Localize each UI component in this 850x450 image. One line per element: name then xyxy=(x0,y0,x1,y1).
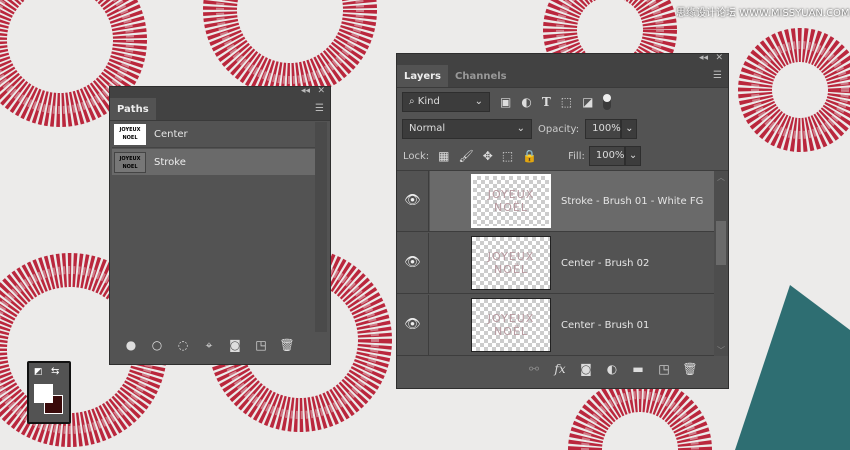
path-name: Center xyxy=(154,129,188,140)
visibility-eye-icon[interactable]: 👁 xyxy=(397,295,429,355)
lock-image-icon[interactable]: 🖌 xyxy=(459,149,474,163)
filter-toggle[interactable] xyxy=(603,94,612,110)
path-item-center[interactable]: JOYEUX NOEL Center xyxy=(112,122,315,148)
layers-toolbar: ⚯ fx ◙ ◐ ▬ ◳ 🗑 xyxy=(521,361,703,377)
swap-colors-icon[interactable]: ⇆ xyxy=(51,366,59,377)
smart-object-filter-icon[interactable]: ◪ xyxy=(582,95,593,109)
close-icon[interactable]: ✕ xyxy=(317,86,325,97)
layer-name: Center - Brush 02 xyxy=(561,257,650,269)
chevron-down-icon: ⌄ xyxy=(474,96,483,107)
opacity-input[interactable]: 100% xyxy=(585,119,622,139)
fill-label: Fill: xyxy=(568,150,585,162)
layers-panel: ◂◂ ✕ Layers Channels ☰ ⌕ Kind ⌄ ▣ ◐ T ⬚ ◪ … xyxy=(396,53,729,389)
path-name: Stroke xyxy=(154,156,186,168)
tab-paths[interactable]: Paths xyxy=(110,98,156,120)
delete-icon[interactable]: 🗑 xyxy=(274,338,300,352)
layer-row[interactable]: 👁 JOYEUX NOËL Stroke - Brush 01 - White F… xyxy=(397,171,715,232)
scrollbar[interactable]: ︿ ﹀ xyxy=(714,171,728,356)
path-item-stroke[interactable]: JOYEUX NOEL Stroke xyxy=(112,149,315,175)
fill-path-icon[interactable]: ● xyxy=(118,338,144,352)
lock-transparent-icon[interactable]: ▦ xyxy=(438,149,449,163)
link-layers-icon[interactable]: ⚯ xyxy=(521,362,547,376)
scrollbar-thumb[interactable] xyxy=(716,221,726,265)
visibility-eye-icon[interactable]: 👁 xyxy=(397,233,429,293)
opacity-label: Opacity: xyxy=(538,123,580,135)
stroke-path-icon[interactable]: ○ xyxy=(144,338,170,352)
delete-icon[interactable]: 🗑 xyxy=(677,362,703,376)
scroll-down-icon[interactable]: ﹀ xyxy=(717,346,725,355)
path-thumbnail: JOYEUX NOEL xyxy=(114,124,146,145)
fill-input[interactable]: 100% xyxy=(588,146,625,166)
watermark: 思缘设计论坛 WWW.MISSYUAN.COM xyxy=(676,8,850,19)
add-mask-icon[interactable]: ◙ xyxy=(573,362,599,376)
tab-layers[interactable]: Layers xyxy=(397,65,448,87)
new-path-icon[interactable]: ◳ xyxy=(248,338,274,352)
scrollbar[interactable] xyxy=(315,122,327,332)
add-mask-icon[interactable]: ◙ xyxy=(222,338,248,352)
layer-thumbnail: JOYEUX NOËL xyxy=(471,174,551,228)
layer-name: Stroke - Brush 01 - White FG xyxy=(561,195,704,207)
lock-position-icon[interactable]: ✥ xyxy=(483,149,493,163)
layer-name: Center - Brush 01 xyxy=(561,319,650,331)
layer-thumbnail: JOYEUX NOËL xyxy=(471,298,551,352)
collapse-icon[interactable]: ◂◂ xyxy=(301,86,310,97)
lock-all-icon[interactable]: 🔒 xyxy=(522,149,537,163)
new-layer-icon[interactable]: ◳ xyxy=(651,362,677,376)
paths-toolbar: ● ○ ◌ ⌖ ◙ ◳ 🗑 xyxy=(118,337,300,353)
foreground-color[interactable] xyxy=(34,384,53,403)
layer-row[interactable]: 👁 JOYEUX NOËL Center - Brush 01 xyxy=(397,295,715,356)
type-filter-icon[interactable]: T xyxy=(542,95,551,109)
fill-dropdown[interactable]: ⌄ xyxy=(624,146,641,166)
collapse-icon[interactable]: ◂◂ xyxy=(699,53,708,64)
adjustment-layer-icon[interactable]: ◐ xyxy=(599,362,625,376)
new-group-icon[interactable]: ▬ xyxy=(625,362,651,376)
chevron-down-icon: ⌄ xyxy=(516,123,525,134)
fx-icon[interactable]: fx xyxy=(547,362,573,376)
opacity-dropdown[interactable]: ⌄ xyxy=(621,119,638,139)
pixel-filter-icon[interactable]: ▣ xyxy=(500,95,511,109)
blend-mode-select[interactable]: Normal ⌄ xyxy=(402,119,532,139)
panel-menu-icon[interactable]: ☰ xyxy=(713,71,722,81)
panel-menu-icon[interactable]: ☰ xyxy=(315,104,324,114)
layer-row[interactable]: 👁 JOYEUX NOËL Center - Brush 02 xyxy=(397,233,715,294)
path-thumbnail: JOYEUX NOEL xyxy=(114,151,146,173)
lock-artboard-icon[interactable]: ⬚ xyxy=(502,149,513,163)
paths-panel: ◂◂ ✕ Paths ☰ JOYEUX NOEL Center JOYEUX NOE… xyxy=(109,86,331,365)
adjustment-filter-icon[interactable]: ◐ xyxy=(521,95,531,109)
layer-thumbnail: JOYEUX NOËL xyxy=(471,236,551,290)
shape-filter-icon[interactable]: ⬚ xyxy=(561,95,572,109)
tab-channels[interactable]: Channels xyxy=(448,65,514,87)
lock-label: Lock: xyxy=(403,150,430,162)
layers-list: 👁 JOYEUX NOËL Stroke - Brush 01 - White F… xyxy=(397,170,728,356)
make-work-path-icon[interactable]: ⌖ xyxy=(196,338,222,352)
christmas-tree xyxy=(735,285,850,450)
load-selection-icon[interactable]: ◌ xyxy=(170,338,196,352)
default-colors-icon[interactable]: ◩ xyxy=(34,367,43,377)
filter-kind-select[interactable]: ⌕ Kind ⌄ xyxy=(402,92,490,112)
scroll-up-icon[interactable]: ︿ xyxy=(717,173,725,182)
close-icon[interactable]: ✕ xyxy=(715,53,723,64)
search-icon: ⌕ xyxy=(409,96,415,107)
visibility-eye-icon[interactable]: 👁 xyxy=(397,171,429,231)
color-swatches: ◩ ⇆ xyxy=(27,361,71,424)
